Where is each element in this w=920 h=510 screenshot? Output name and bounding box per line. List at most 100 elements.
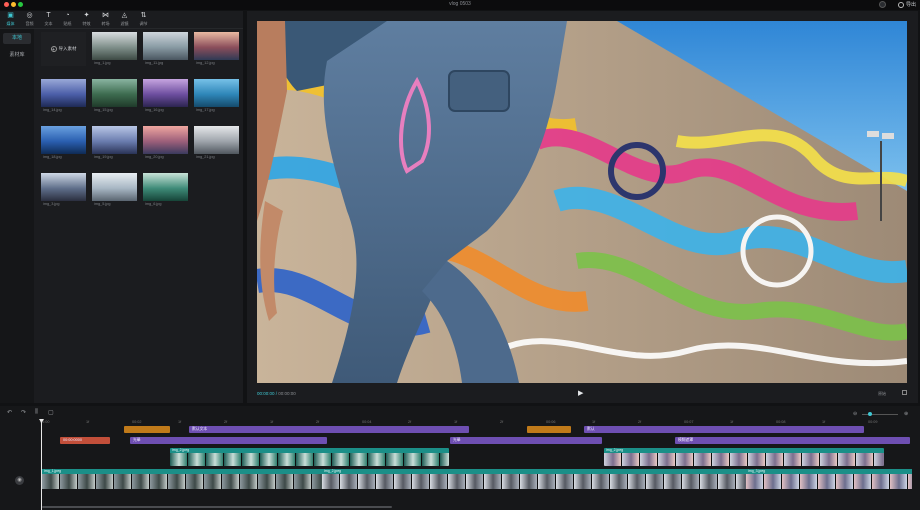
media-thumbnail[interactable]: img_14.jpg xyxy=(41,79,86,113)
timeline-overlay-clip[interactable]: img_2.jpeg xyxy=(170,448,449,466)
media-toolbar: ▣ 媒体 ◎ 音频 T 文本 ◔ 贴纸 ✦ 特效 ⋈ 转场 ◬ 滤镜 ⇅ 调节 xyxy=(0,11,243,29)
timeline-scrollbar[interactable] xyxy=(42,506,392,508)
tool-label: 媒体 xyxy=(6,21,15,26)
sidebar-item-1[interactable]: 素材库 xyxy=(3,50,31,61)
timeline-effect-clip[interactable]: 光晕 xyxy=(130,437,327,444)
media-thumbnail[interactable]: img_18.jpg xyxy=(41,126,86,160)
thumbnail-name: img_11.jpg xyxy=(145,61,164,65)
ruler-tick-label: 00:09 xyxy=(868,420,878,424)
thumbnail-image xyxy=(143,126,188,154)
thumbnail-name: img_14.jpg xyxy=(43,108,62,112)
media-thumbnail[interactable]: img_12.jpg xyxy=(194,32,239,66)
export-icon xyxy=(897,1,904,8)
fullscreen-icon[interactable] xyxy=(902,390,907,395)
preview-panel: 00:00:00 / 00:00:00 ▶ 原始 xyxy=(247,11,918,403)
thumbnail-name: img_15.jpg xyxy=(94,108,113,112)
clip-filmstrip xyxy=(746,474,912,489)
timeline-main-clip[interactable]: img_2.jpeg xyxy=(322,469,746,489)
left-panel: ▣ 媒体 ◎ 音频 T 文本 ◔ 贴纸 ✦ 特效 ⋈ 转场 ◬ 滤镜 ⇅ 调节 本地素材库 + 导入素材 img… xyxy=(0,11,243,403)
thumbnail-image xyxy=(41,173,86,201)
tool-tab-4[interactable]: ✦ 特效 xyxy=(78,12,95,27)
thumbnail-name: img_5.jpg xyxy=(94,202,111,206)
timeline-main-clip[interactable]: img_3.jpeg xyxy=(746,469,912,489)
thumbnail-name: img_1.jpg xyxy=(94,61,111,65)
timeline-effect-clip[interactable]: 默认 xyxy=(584,426,864,433)
tool-icon: T xyxy=(46,12,51,19)
split-icon[interactable]: ⫼ xyxy=(35,409,38,416)
zoom-slider-handle[interactable] xyxy=(868,412,872,416)
timeline-effect-clip[interactable]: 默认文本 xyxy=(189,426,469,433)
ruler-tick-label: 00:07 xyxy=(684,420,694,424)
tool-label: 滤镜 xyxy=(120,21,129,26)
tool-label: 文本 xyxy=(44,21,53,26)
tool-label: 特效 xyxy=(82,21,91,26)
zoom-out-icon[interactable]: ⊖ xyxy=(853,411,857,417)
undo-icon[interactable]: ↶ xyxy=(7,409,12,416)
ruler-tick-label: 2f xyxy=(638,420,642,424)
thumbnail-image xyxy=(92,173,137,201)
media-thumbnail[interactable]: img_19.jpg xyxy=(92,126,137,160)
main-track-icon[interactable]: ◉ xyxy=(15,476,24,485)
tool-label: 音频 xyxy=(25,21,34,26)
media-thumbnail[interactable]: img_20.jpg xyxy=(143,126,188,160)
tool-icon: ◬ xyxy=(121,12,128,19)
media-thumbnail[interactable]: img_17.jpg xyxy=(194,79,239,113)
ruler-tick-label: 2f xyxy=(500,420,504,424)
sidebar-item-0[interactable]: 本地 xyxy=(3,33,31,44)
ruler-tick-label: 1f xyxy=(270,420,274,424)
media-thumbnail[interactable]: img_3.jpg xyxy=(41,173,86,207)
timeline-effect-clip[interactable] xyxy=(527,426,571,433)
tool-tab-7[interactable]: ⇅ 调节 xyxy=(135,12,152,27)
zoom-in-icon[interactable]: ⊕ xyxy=(904,411,908,417)
timeline-panel: ↶ ↷ ⫼ ▢ ⊖ ⊕ 00:00 1f 00:02 1f 2f 1f 2f 00:04 2f 1… xyxy=(0,406,920,510)
timeline-main-clip[interactable]: img_1.jpeg xyxy=(42,469,322,489)
tool-tab-3[interactable]: ◔ 贴纸 xyxy=(59,12,76,27)
ruler-tick-label: 00:04 xyxy=(362,420,372,424)
clip-filmstrip xyxy=(170,453,449,466)
title-bar: vlog 0503 导出 xyxy=(0,0,920,10)
delete-icon[interactable]: ▢ xyxy=(48,409,54,416)
tool-icon: ◎ xyxy=(26,12,33,19)
preview-video[interactable] xyxy=(257,21,907,383)
timeline-effect-clip[interactable]: 00:00:0000 xyxy=(60,437,110,444)
tool-icon: ▣ xyxy=(7,12,14,19)
import-button[interactable]: + 导入素材 xyxy=(41,32,86,66)
timeline-effect-clip[interactable] xyxy=(124,426,170,433)
media-thumbnail[interactable]: img_21.jpg xyxy=(194,126,239,160)
export-button[interactable]: 导出 xyxy=(897,1,916,8)
media-thumbnail[interactable]: img_15.jpg xyxy=(92,79,137,113)
ratio-selector[interactable]: 原始 xyxy=(878,391,886,397)
ruler-tick-label: 1f xyxy=(592,420,596,424)
settings-icon[interactable] xyxy=(879,1,886,8)
ruler-tick-label: 1f xyxy=(822,420,826,424)
ruler-tick-label: 00:08 xyxy=(776,420,786,424)
redo-icon[interactable]: ↷ xyxy=(21,409,26,416)
tool-tab-0[interactable]: ▣ 媒体 xyxy=(2,12,19,27)
export-label: 导出 xyxy=(905,2,916,8)
tool-tab-1[interactable]: ◎ 音频 xyxy=(21,12,38,27)
thumbnail-name: img_16.jpg xyxy=(145,108,164,112)
timeline-effect-clip[interactable]: 光晕 xyxy=(450,437,602,444)
thumbnail-name: img_19.jpg xyxy=(94,155,113,159)
current-time: 00:00:00 xyxy=(257,391,275,396)
tool-tab-6[interactable]: ◬ 滤镜 xyxy=(116,12,133,27)
media-thumbnail[interactable]: img_11.jpg xyxy=(143,32,188,66)
thumbnail-name: img_3.jpg xyxy=(43,202,60,206)
tool-icon: ◔ xyxy=(65,12,70,19)
timeline-overlay-clip[interactable]: img_2.jpeg xyxy=(604,448,884,466)
thumbnail-name: img_18.jpg xyxy=(43,155,62,159)
tool-label: 贴纸 xyxy=(63,21,72,26)
media-thumbnail[interactable]: img_1.jpg xyxy=(92,32,137,66)
add-icon: + xyxy=(50,46,57,53)
playhead[interactable] xyxy=(41,421,42,510)
play-button[interactable]: ▶ xyxy=(578,389,583,397)
tool-icon: ✦ xyxy=(83,12,90,19)
timeline-effect-clip[interactable]: 模糊遮罩 xyxy=(675,437,910,444)
tool-tab-5[interactable]: ⋈ 转场 xyxy=(97,12,114,27)
tool-label: 调节 xyxy=(139,21,148,26)
media-thumbnail[interactable]: img_6.jpg xyxy=(143,173,188,207)
media-thumbnail[interactable]: img_5.jpg xyxy=(92,173,137,207)
ruler-tick-label: 2f xyxy=(408,420,412,424)
media-thumbnail[interactable]: img_16.jpg xyxy=(143,79,188,113)
tool-tab-2[interactable]: T 文本 xyxy=(40,12,57,27)
